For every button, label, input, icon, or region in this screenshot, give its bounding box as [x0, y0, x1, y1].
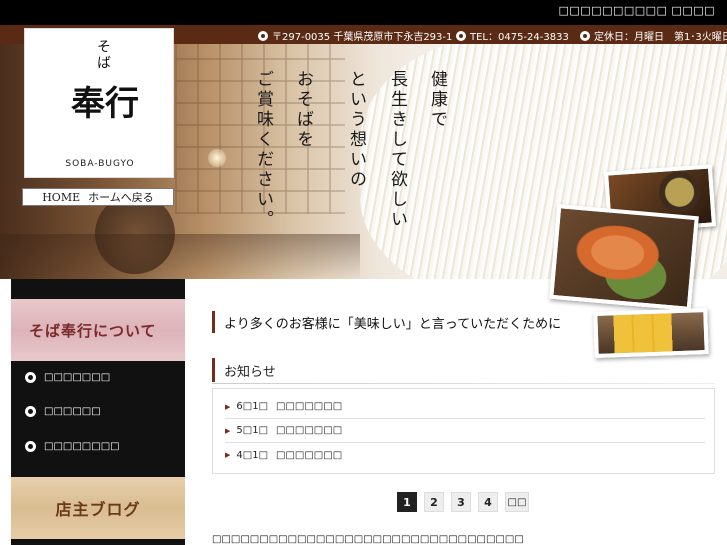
ring-icon [25, 441, 36, 452]
bullet-icon [580, 30, 590, 41]
ring-icon [25, 372, 36, 383]
logo-name: 奉行 [71, 84, 139, 124]
news-item[interactable]: ▶ 5□1□ □□□□□□□ [225, 419, 705, 443]
closed-text: 定休日：月曜日 第1･3火曜日 [594, 32, 727, 43]
sidebar-item-label: □□□□□□ [44, 406, 101, 417]
hero-line-3: という想いの [346, 70, 366, 190]
page-2-button[interactable]: 2 [424, 492, 444, 512]
sidebar-item-2[interactable]: □□□□□□ [25, 406, 101, 417]
news-text: □□□□□□□ [276, 425, 343, 436]
sidebar: そば奉行について □□□□□□□ □□□□□□ □□□□□□□□ 店主ブログ [11, 279, 185, 545]
page-1-button[interactable]: 1 [397, 492, 417, 512]
sidebar-item-3[interactable]: □□□□□□□□ [25, 441, 120, 452]
arrow-right-icon: ▶ [225, 426, 231, 435]
blog-banner-label: 店主ブログ [55, 500, 141, 519]
news-date: 5□1□ [236, 425, 269, 436]
tamagoyaki-photo [593, 308, 709, 358]
news-title: お知らせ [224, 364, 276, 380]
hero-line-2: 長生きして欲しい [387, 70, 407, 230]
hero-line-5: ご賞味ください。 [253, 70, 273, 230]
arrow-right-icon: ▶ [225, 402, 231, 411]
footer-text: □□□□□□□□□□□□□□□□□□□□□□□□□□□□□□□□□ [212, 534, 524, 545]
news-divider [212, 383, 715, 384]
about-banner[interactable]: そば奉行について [11, 299, 185, 361]
next-page-button[interactable]: □□ [505, 492, 529, 512]
page-3-button[interactable]: 3 [451, 492, 471, 512]
logo-soba: そば [95, 39, 111, 71]
sidebar-item-label: □□□□□□□ [44, 372, 111, 383]
news-date: 6□1□ [236, 401, 269, 412]
logo[interactable]: そば 奉行 SOBA-BUGYO [24, 28, 174, 178]
sidebar-item-1[interactable]: □□□□□□□ [25, 372, 110, 383]
hero-line-4: おそばを [293, 70, 313, 150]
tempura-photo [549, 203, 699, 312]
bullet-icon [456, 30, 466, 41]
lamp-light [208, 149, 226, 167]
news-list: ▶ 6□1□ □□□□□□□ ▶ 5□1□ □□□□□□□ ▶ 4□1□ □□□… [212, 388, 715, 474]
sidebar-item-label: □□□□□□□□ [44, 441, 120, 452]
logo-roman: SOBA-BUGYO [65, 159, 135, 169]
blog-banner[interactable]: 店主ブログ [11, 477, 185, 539]
address-text: 〒297-0035 千葉県茂原市下永吉293-1 [272, 32, 453, 43]
ring-icon [25, 406, 36, 417]
address-info: 〒297-0035 千葉県茂原市下永吉293-1 [258, 28, 452, 43]
news-text: □□□□□□□ [276, 401, 343, 412]
home-back-label: ホームへ戻る [88, 191, 154, 204]
home-label: HOME [42, 190, 81, 204]
top-link[interactable]: □□□□□□□□□□ □□□□ [559, 4, 716, 17]
hero-shadow [0, 234, 360, 279]
news-date: 4□1□ [236, 449, 269, 461]
top-bar: □□□□□□□□□□ □□□□ [0, 0, 727, 25]
news-heading: お知らせ [212, 358, 715, 382]
tagline-text: より多くのお客様に「美味しい」と言っていただくために [224, 316, 562, 332]
news-text: □□□□□□□ [276, 449, 343, 461]
page-4-button[interactable]: 4 [478, 492, 498, 512]
news-item[interactable]: ▶ 4□1□ □□□□□□□ [225, 443, 705, 467]
news-item[interactable]: ▶ 6□1□ □□□□□□□ [225, 395, 705, 419]
arrow-right-icon: ▶ [225, 451, 231, 459]
closed-info: 定休日：月曜日 第1･3火曜日 [580, 28, 727, 43]
bullet-icon [258, 30, 268, 41]
pagination: 1 2 3 4 □□ [397, 492, 529, 512]
tagline: より多くのお客様に「美味しい」と言っていただくために [212, 311, 592, 333]
home-link[interactable]: HOME ホームへ戻る [22, 188, 174, 206]
about-banner-label: そば奉行について [29, 321, 157, 340]
hero-line-1: 健康で [427, 70, 447, 130]
tel-text: TEL：0475-24-3833 [470, 32, 569, 43]
tel-info: TEL：0475-24-3833 [456, 28, 569, 43]
